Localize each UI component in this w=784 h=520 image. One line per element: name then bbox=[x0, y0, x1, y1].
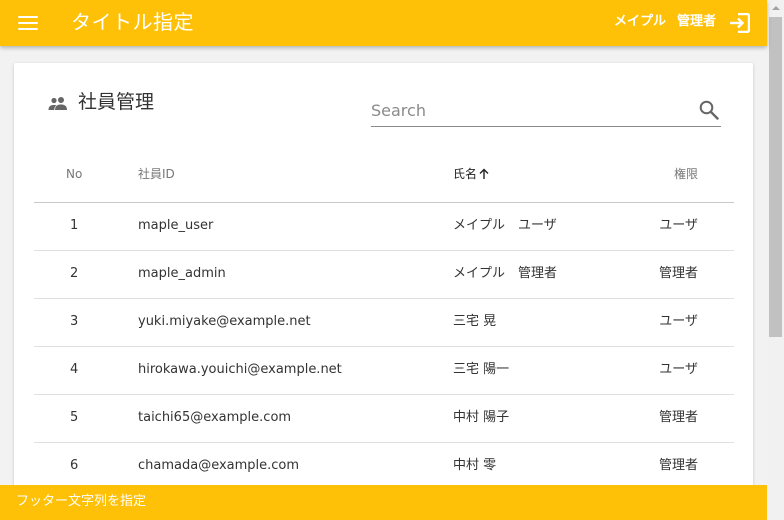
app-bar: タイトル指定 メイプル 管理者 bbox=[0, 0, 767, 46]
cell-name: 中村 陽子 bbox=[453, 410, 510, 425]
cell-employee-id: maple_user bbox=[138, 218, 214, 233]
cell-employee-id: chamada@example.com bbox=[138, 458, 300, 473]
sort-ascending-icon[interactable] bbox=[479, 168, 489, 180]
cell-employee-id: yuki.miyake@example.net bbox=[138, 314, 311, 329]
cell-role: 管理者 bbox=[658, 458, 698, 473]
cell-role: 管理者 bbox=[658, 410, 698, 425]
app-title: タイトル指定 bbox=[71, 10, 194, 34]
cell-no: 6 bbox=[70, 458, 79, 473]
scroll-up-arrow[interactable] bbox=[767, 0, 784, 17]
cell-role: ユーザ bbox=[659, 362, 698, 377]
cell-name: 中村 零 bbox=[453, 458, 497, 473]
table-header: No 社員ID 氏名 権限 bbox=[34, 151, 734, 203]
column-header-name-label: 氏名 bbox=[453, 167, 478, 181]
cell-employee-id: maple_admin bbox=[138, 266, 226, 281]
cell-no: 1 bbox=[70, 218, 79, 233]
table-row[interactable]: 1 maple_user メイプル ユーザ ユーザ bbox=[34, 203, 734, 251]
cell-role: 管理者 bbox=[658, 266, 698, 281]
card-title: 社員管理 bbox=[78, 91, 155, 113]
cell-no: 2 bbox=[70, 266, 79, 281]
column-header-role[interactable]: 権限 bbox=[674, 166, 698, 182]
table-row[interactable]: 2 maple_admin メイプル 管理者 管理者 bbox=[34, 251, 734, 299]
cell-employee-id: taichi65@example.com bbox=[138, 410, 292, 425]
search-icon[interactable] bbox=[699, 100, 719, 120]
cell-name: メイプル ユーザ bbox=[453, 218, 557, 233]
people-icon bbox=[48, 95, 68, 110]
table-row[interactable]: 4 hirokawa.youichi@example.net 三宅 陽一 ユーザ bbox=[34, 347, 734, 395]
footer-text: フッター文字列を指定 bbox=[16, 494, 147, 509]
table-row[interactable]: 6 chamada@example.com 中村 零 管理者 bbox=[34, 443, 734, 491]
search-input[interactable] bbox=[371, 95, 691, 125]
cell-role: ユーザ bbox=[659, 218, 698, 233]
header-user-name: メイプル bbox=[614, 14, 667, 29]
header-user-role: 管理者 bbox=[677, 14, 717, 29]
table-row[interactable]: 5 taichi65@example.com 中村 陽子 管理者 bbox=[34, 395, 734, 443]
cell-employee-id: hirokawa.youichi@example.net bbox=[138, 362, 342, 377]
table-row[interactable]: 3 yuki.miyake@example.net 三宅 晃 ユーザ bbox=[34, 299, 734, 347]
cell-no: 3 bbox=[70, 314, 79, 329]
column-header-name[interactable]: 氏名 bbox=[453, 166, 489, 182]
cell-name: 三宅 陽一 bbox=[453, 362, 510, 377]
cell-name: 三宅 晃 bbox=[453, 314, 497, 329]
table-body: 1 maple_user メイプル ユーザ ユーザ 2 maple_admin メイプル 管… bbox=[34, 203, 734, 491]
logout-icon[interactable] bbox=[728, 12, 751, 34]
footer: フッター文字列を指定 bbox=[0, 485, 767, 520]
cell-name: メイプル 管理者 bbox=[453, 266, 558, 281]
employee-card: 社員管理 No 社員ID 氏名 権限 1maple_userメイプル ユーザユー… bbox=[14, 63, 753, 503]
menu-icon[interactable] bbox=[18, 16, 38, 30]
column-header-id[interactable]: 社員ID bbox=[138, 166, 175, 182]
column-header-no[interactable]: No bbox=[66, 166, 82, 182]
scrollbar[interactable] bbox=[767, 0, 784, 520]
scroll-thumb[interactable] bbox=[769, 17, 782, 337]
employee-table: No 社員ID 氏名 権限 1 maple_user メイプル ユーザ ユーザ 2 map… bbox=[34, 151, 734, 491]
cell-role: ユーザ bbox=[659, 314, 698, 329]
search-field bbox=[371, 95, 721, 127]
cell-no: 5 bbox=[70, 410, 79, 425]
cell-no: 4 bbox=[70, 362, 79, 377]
